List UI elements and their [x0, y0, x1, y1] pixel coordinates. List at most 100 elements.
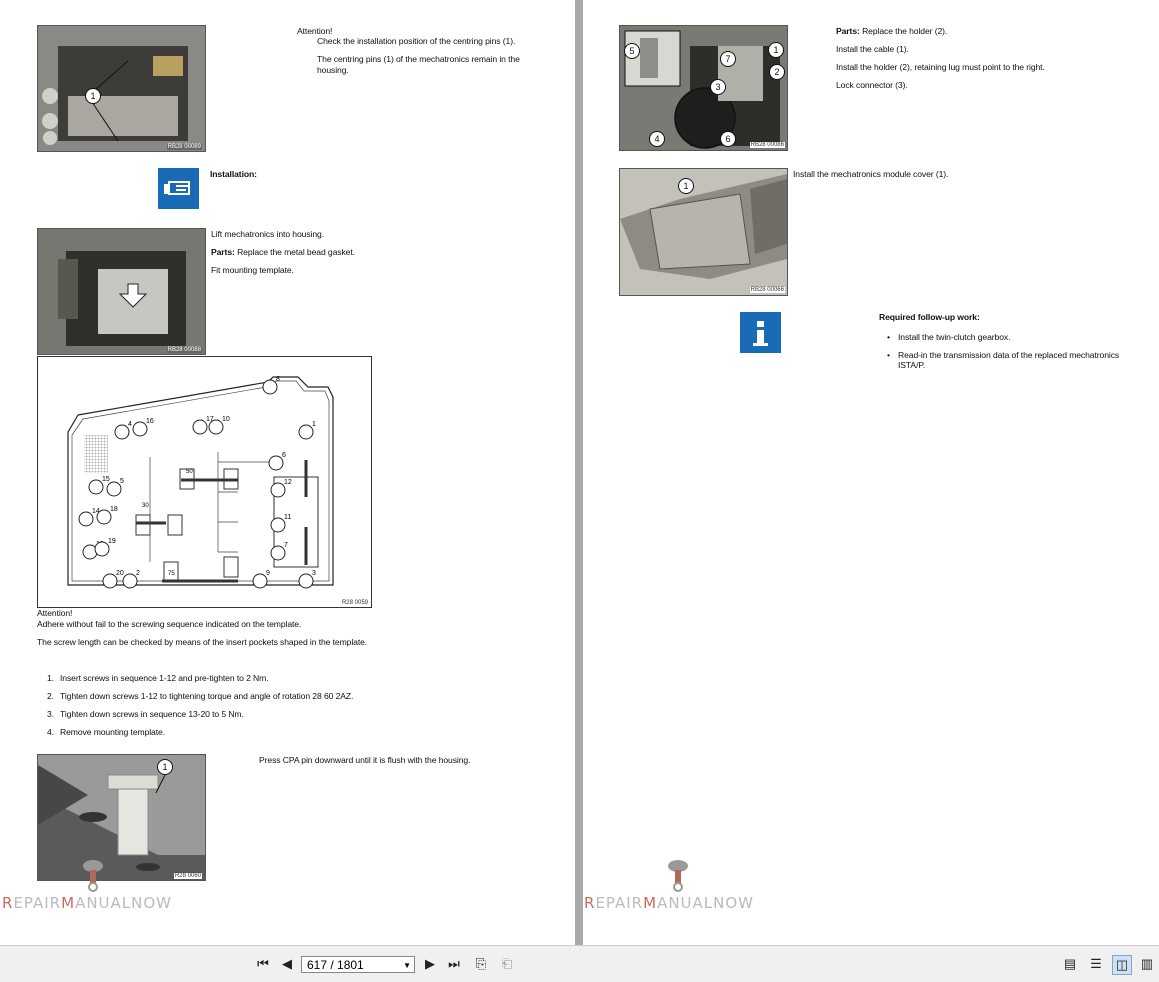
followup-title: Required follow-up work: — [879, 312, 980, 322]
template-diagram-svg: 8141617106515121418111319720293503075 — [67, 376, 334, 589]
document-page-left: 1 RB28 00089 Attention! Check the instal… — [0, 0, 575, 945]
screw-number: 19 — [108, 538, 116, 545]
screw-hole — [102, 573, 118, 589]
mounting-template-diagram: 8141617106515121418111319720293503075 R2… — [37, 356, 372, 608]
screw-hole — [268, 455, 284, 471]
photo-cpa-pin: 1 R28 0060 — [37, 754, 206, 881]
photo-mechatronics-art — [38, 229, 205, 354]
screw-hole — [270, 482, 286, 498]
watermark: REPAIRMANUALNOW — [584, 894, 755, 912]
step-number: 4. — [47, 727, 54, 737]
fit-width-icon[interactable]: ⎗ — [498, 955, 516, 973]
screw-number: 16 — [146, 418, 154, 425]
photo-holder-cable: 5 7 1 2 3 4 6 RB28 00086 — [619, 25, 788, 151]
continuous-icon[interactable]: ☰ — [1087, 955, 1105, 973]
chevron-down-icon[interactable]: ▼ — [403, 957, 411, 974]
step-text: Tighten down screws 1-12 to tightening t… — [60, 691, 354, 701]
step-text: Insert screws in sequence 1-12 and pre-t… — [60, 673, 269, 683]
screw-number: 9 — [266, 570, 270, 577]
screw-number: 4 — [128, 421, 132, 428]
screw-hole — [132, 421, 148, 437]
screw-number: 20 — [116, 570, 124, 577]
photo-code: RB28 00066 — [749, 287, 785, 293]
screw-hole — [298, 424, 314, 440]
diagram-code: R28 0059 — [341, 600, 368, 606]
install-cover-text: Install the mechatronics module cover (1… — [793, 169, 949, 179]
callout-2: 2 — [769, 64, 785, 80]
screw-hole — [78, 511, 94, 527]
photo-centring-pins-art — [38, 26, 205, 151]
screw-hole — [208, 419, 224, 435]
photo-code: RB28 00086 — [749, 142, 785, 148]
screw-number: 2 — [136, 570, 140, 577]
photo-module-cover: 1 RB28 00066 — [619, 168, 788, 296]
page-number-field[interactable]: 617 / 1801 ▼ — [301, 956, 415, 973]
followup-bullet: • — [887, 350, 890, 360]
prev-page-icon[interactable]: ◀ — [278, 955, 296, 973]
screw-length-label: 50 — [186, 469, 193, 475]
info-icon — [740, 312, 781, 353]
parts-text: Replace the metal bead gasket. — [237, 247, 355, 257]
screw-length-label: 75 — [168, 571, 175, 577]
screw-length-label: 30 — [142, 503, 149, 509]
installation-label: Installation: — [210, 169, 257, 179]
callout-5: 5 — [624, 43, 640, 59]
install-holder-text: Install the holder (2), retaining lug mu… — [836, 62, 1045, 72]
screw-hole — [96, 509, 112, 525]
screw-number: 15 — [102, 476, 110, 483]
parts-line: Parts: Replace the metal bead gasket. — [211, 247, 355, 258]
watermark-logo-icon — [80, 856, 106, 892]
screw-number: 7 — [284, 542, 288, 549]
photo-holder-cable-art — [620, 26, 787, 150]
followup-item: ISTA/P. — [898, 360, 926, 370]
callout-6: 6 — [720, 131, 736, 147]
screw-hole — [270, 545, 286, 561]
step-number: 2. — [47, 691, 54, 701]
lock-connector-text: Lock connector (3). — [836, 80, 908, 90]
parts-text: Replace the holder (2). — [862, 26, 948, 36]
callout-1: 1 — [678, 178, 694, 194]
step-number: 1. — [47, 673, 54, 683]
attention-text: The centring pins (1) of the mechatronic… — [317, 54, 520, 64]
first-page-icon[interactable]: ⏮ — [254, 955, 272, 973]
fit-page-icon[interactable]: ⎘ — [472, 955, 490, 973]
attention-text: Adhere without fail to the screwing sequ… — [37, 619, 302, 629]
last-page-icon[interactable]: ⏭ — [445, 955, 463, 973]
screw-number: 11 — [284, 514, 291, 521]
screw-hole — [262, 379, 278, 395]
parts-label: Parts: — [836, 26, 860, 36]
screw-number: 1 — [312, 421, 316, 428]
viewer-toolbar: ⏮ ◀ 617 / 1801 ▼ ▶ ⏭ ⎘ ⎗ ▤ ☰ ◫ ▥ — [0, 945, 1159, 982]
photo-code: RB28 00088 — [166, 347, 202, 353]
press-cpa-text: Press CPA pin downward until it is flush… — [259, 755, 471, 765]
step-text: Remove mounting template. — [60, 727, 165, 737]
callout-1: 1 — [85, 88, 101, 104]
photo-code: RB28 00089 — [166, 144, 202, 150]
single-page-icon[interactable]: ▤ — [1061, 955, 1079, 973]
step-fit: Fit mounting template. — [211, 265, 294, 275]
install-cable-text: Install the cable (1). — [836, 44, 909, 54]
callout-1: 1 — [157, 759, 173, 775]
step-lift: Lift mechatronics into housing. — [211, 229, 324, 239]
parts-line: Parts: Replace the holder (2). — [836, 26, 947, 37]
screw-hole — [122, 573, 138, 589]
facing-icon[interactable]: ◫ — [1112, 955, 1132, 975]
callout-4: 4 — [649, 131, 665, 147]
next-page-icon[interactable]: ▶ — [421, 955, 439, 973]
photo-module-cover-art — [620, 169, 787, 295]
step-text: Tighten down screws in sequence 13-20 to… — [60, 709, 244, 719]
attention-text: Check the installation position of the c… — [317, 36, 516, 46]
screw-hole — [270, 517, 286, 533]
continuous-facing-icon[interactable]: ▥ — [1138, 955, 1156, 973]
callout-3: 3 — [710, 79, 726, 95]
callout-7: 7 — [720, 51, 736, 67]
screw-number: 6 — [282, 452, 286, 459]
installation-hand-icon — [158, 168, 199, 209]
screw-hole — [298, 573, 314, 589]
watermark-logo-icon — [665, 856, 691, 892]
followup-bullet: • — [887, 332, 890, 342]
screw-number: 10 — [222, 416, 230, 423]
photo-code: R28 0060 — [173, 873, 202, 879]
screw-number: 5 — [120, 478, 124, 485]
screw-number: 18 — [110, 506, 118, 513]
